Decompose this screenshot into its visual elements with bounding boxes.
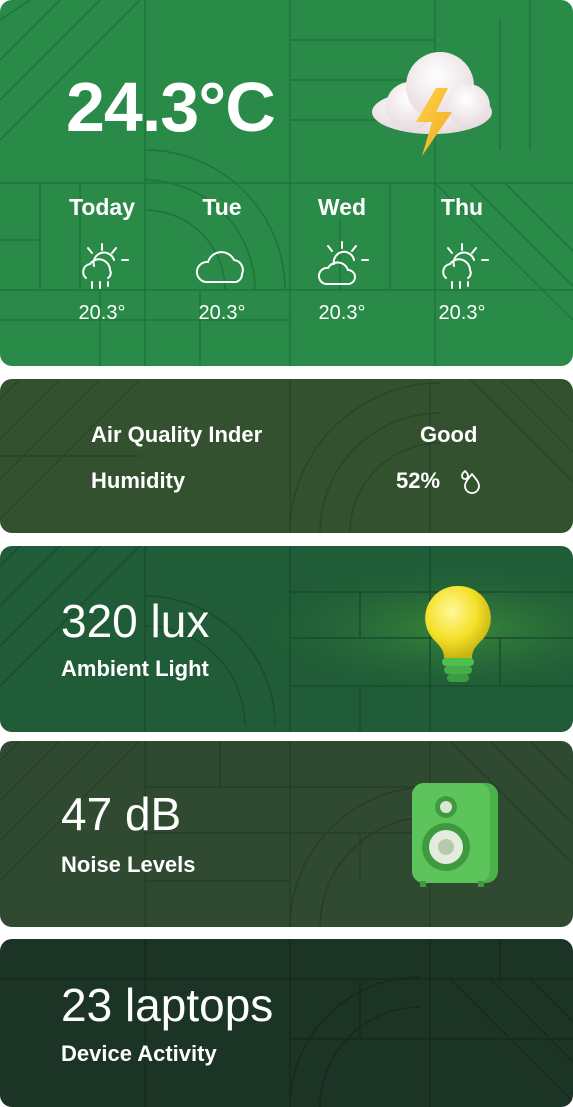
air-quality-label: Air Quality Inder bbox=[91, 422, 263, 447]
forecast-day-label: Tue bbox=[202, 194, 242, 220]
air-quality-value: Good bbox=[420, 422, 478, 447]
devices-label: Device Activity bbox=[61, 1041, 217, 1066]
light-value: 320 lux bbox=[61, 595, 210, 647]
forecast-day-label: Wed bbox=[317, 194, 367, 220]
weather-card[interactable]: 24.3°C Today Tue Wed Thu 20.3° 20.3° 20.… bbox=[0, 0, 573, 366]
air-quality-card[interactable]: Air Quality Inder Good Humidity 52% bbox=[0, 379, 573, 533]
forecast-day-label: Today bbox=[68, 194, 136, 220]
forecast-temperature: 20.3° bbox=[438, 302, 486, 324]
forecast-temperature: 20.3° bbox=[198, 302, 246, 324]
droplets-icon bbox=[461, 470, 480, 494]
speaker-icon bbox=[412, 783, 498, 887]
forecast-temperature: 20.3° bbox=[318, 302, 366, 324]
thunderstorm-cloud-icon bbox=[372, 52, 492, 156]
sun-rain-icon bbox=[442, 243, 489, 289]
sun-rain-icon bbox=[82, 243, 129, 289]
current-temperature: 24.3°C bbox=[66, 68, 276, 146]
noise-value: 47 dB bbox=[61, 788, 182, 840]
noise-levels-card[interactable]: 47 dB Noise Levels bbox=[0, 741, 573, 927]
noise-label: Noise Levels bbox=[61, 852, 196, 877]
ambient-light-card[interactable]: 320 lux Ambient Light bbox=[0, 546, 573, 732]
light-bulb-icon bbox=[425, 585, 491, 682]
humidity-label: Humidity bbox=[91, 468, 186, 493]
cloud-icon bbox=[196, 251, 244, 283]
forecast-day-label: Thu bbox=[440, 194, 484, 220]
devices-value: 23 laptops bbox=[61, 979, 274, 1031]
light-label: Ambient Light bbox=[61, 656, 209, 681]
sun-cloud-icon bbox=[317, 241, 369, 285]
device-activity-card[interactable]: 23 laptops Device Activity bbox=[0, 939, 573, 1107]
humidity-value: 52% bbox=[396, 468, 441, 493]
background-pattern bbox=[0, 379, 573, 533]
forecast-temperature: 20.3° bbox=[78, 302, 126, 324]
